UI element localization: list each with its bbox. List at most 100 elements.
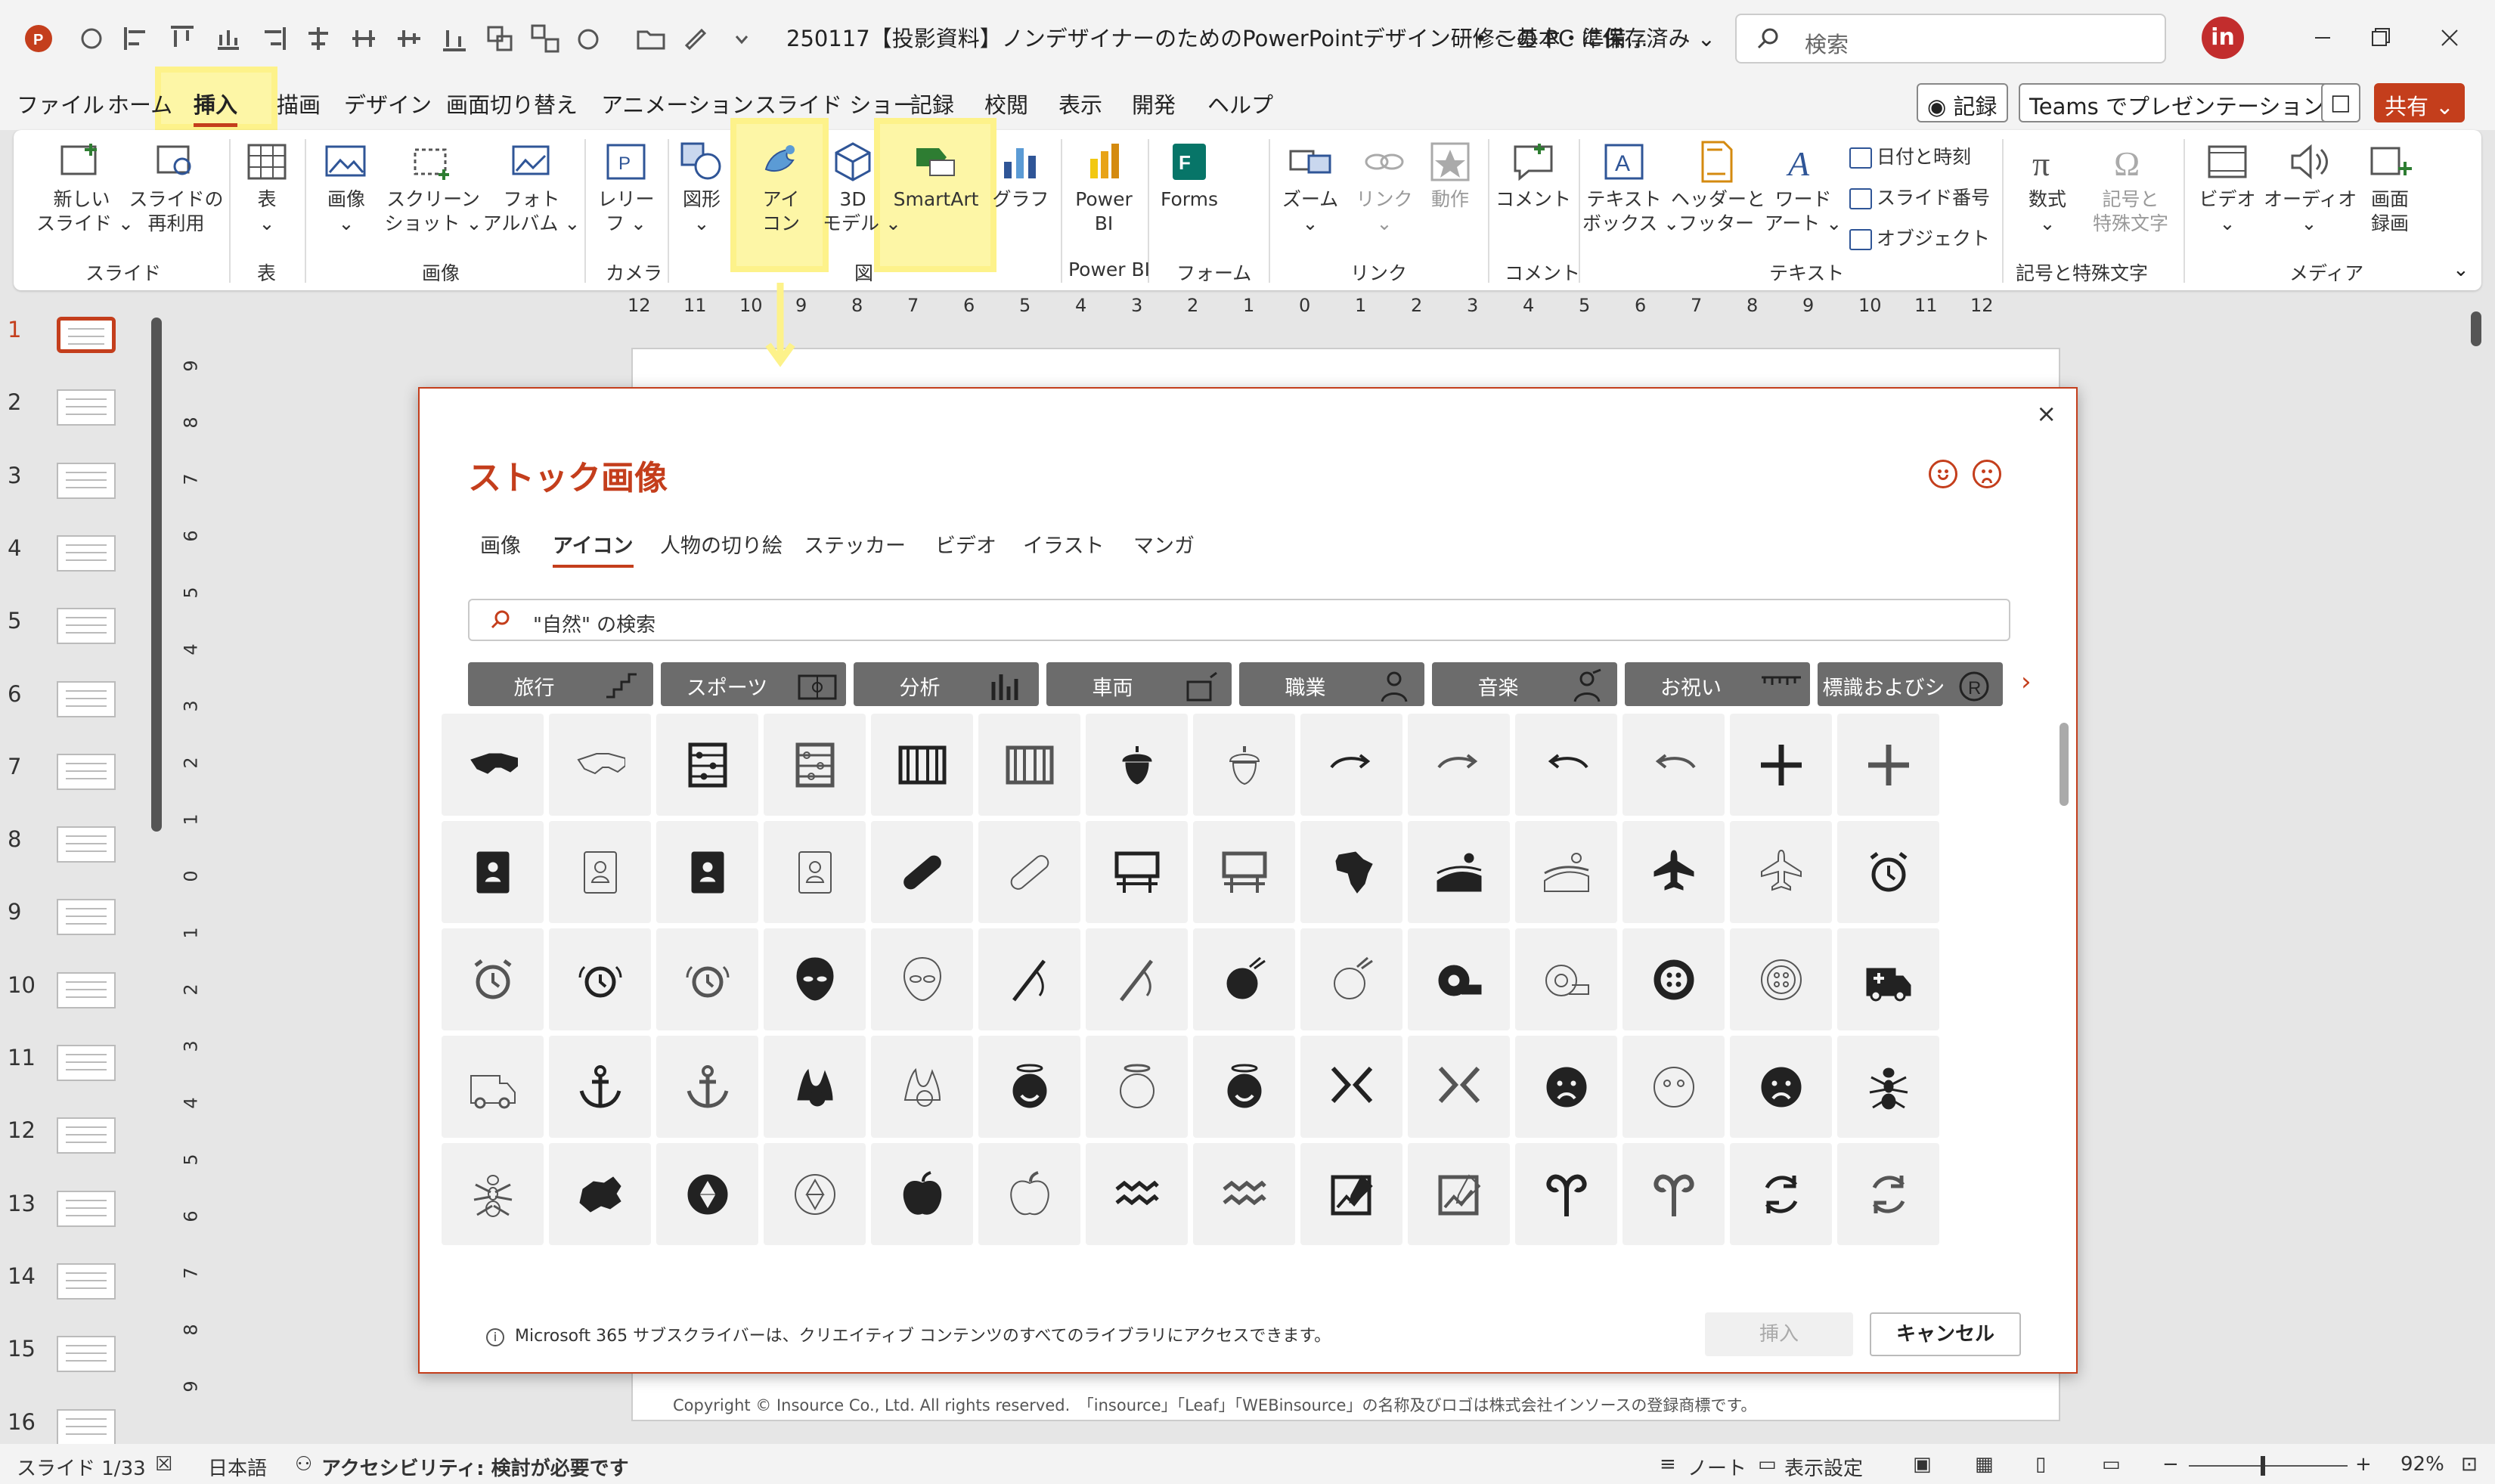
screen-recording-button[interactable]: 画面 録画: [2356, 139, 2424, 236]
slide-thumbnail[interactable]: 5: [0, 608, 174, 653]
icon-tile[interactable]: [1193, 1036, 1295, 1138]
tab-developer[interactable]: 開発: [1132, 88, 1176, 119]
slide-thumbnail[interactable]: 7: [0, 753, 174, 799]
dialog-tab[interactable]: イラスト: [1023, 529, 1104, 559]
icon-tile[interactable]: [1515, 1036, 1617, 1138]
search-box[interactable]: 検索: [1735, 14, 2166, 64]
tab-draw[interactable]: 描画: [277, 88, 321, 119]
tab-insert[interactable]: 挿入: [194, 88, 238, 127]
icon-tile[interactable]: [871, 1036, 973, 1138]
zoom-slider-thumb[interactable]: [2261, 1456, 2265, 1476]
autosave-icon[interactable]: [76, 23, 107, 54]
align-left-icon[interactable]: [121, 23, 153, 54]
icon-tile[interactable]: [764, 928, 866, 1030]
icon-tile[interactable]: [978, 1036, 1080, 1138]
slide-thumbnail[interactable]: 4: [0, 534, 174, 581]
icon-tile[interactable]: [978, 928, 1080, 1030]
equation-button[interactable]: π 数式 ⌄: [2010, 139, 2085, 236]
slide-thumbnail-preview[interactable]: [57, 1190, 116, 1227]
notes-button[interactable]: ノート: [1688, 1453, 1746, 1481]
icon-tile[interactable]: [978, 1143, 1080, 1245]
tab-slideshow[interactable]: スライド ショー: [755, 88, 915, 119]
slide-thumbnail-preview[interactable]: [57, 753, 116, 790]
icon-tile[interactable]: [1837, 928, 1939, 1030]
slide-thumbnail[interactable]: 6: [0, 680, 174, 727]
slide-thumbnail[interactable]: 1: [0, 317, 174, 362]
distribute-icon[interactable]: [348, 23, 380, 54]
icon-tile[interactable]: [764, 821, 866, 923]
category-chip[interactable]: 車両: [1046, 662, 1232, 706]
header-footer-button[interactable]: ヘッダーと フッター: [1671, 139, 1765, 236]
chevron-right-icon[interactable]: ›: [2021, 667, 2032, 697]
icon-tile[interactable]: [1515, 714, 1617, 816]
icon-tile[interactable]: [1730, 714, 1832, 816]
icon-tile[interactable]: [656, 821, 758, 923]
slide-thumbnail[interactable]: 11: [0, 1045, 174, 1090]
icon-tile[interactable]: [1623, 1036, 1725, 1138]
icon-tile[interactable]: [978, 821, 1080, 923]
dialog-tab[interactable]: 画像: [480, 529, 521, 559]
slide-thumbnail-preview[interactable]: [57, 971, 116, 1008]
slide-thumbnail-preview[interactable]: [57, 899, 116, 936]
icon-tile[interactable]: [1837, 1143, 1939, 1245]
icon-tile[interactable]: [549, 1036, 651, 1138]
accessibility-status[interactable]: アクセシビリティ: 検討が必要です: [321, 1453, 629, 1481]
category-chip[interactable]: 旅行: [468, 662, 653, 706]
dialog-tab[interactable]: マンガ: [1133, 529, 1195, 559]
icon-tile[interactable]: [656, 1143, 758, 1245]
icon-tile[interactable]: [978, 714, 1080, 816]
icon-tile[interactable]: [1300, 928, 1402, 1030]
tab-transitions[interactable]: 画面切り替え: [446, 88, 578, 119]
slide-sorter-icon[interactable]: ▦: [1975, 1453, 1994, 1476]
icon-tile[interactable]: [1623, 1143, 1725, 1245]
align-middle-icon[interactable]: [393, 23, 425, 54]
zoom-out-button[interactable]: −: [2162, 1453, 2179, 1476]
tab-file[interactable]: ファイル: [17, 88, 104, 119]
slideshow-icon[interactable]: ▭: [2102, 1453, 2121, 1476]
action-button[interactable]: 動作: [1420, 139, 1480, 212]
icons-button[interactable]: アイ コン: [743, 139, 819, 236]
icon-tile[interactable]: [442, 821, 544, 923]
minimize-icon[interactable]: [2307, 23, 2338, 53]
icon-tile[interactable]: [1086, 714, 1188, 816]
icon-tile[interactable]: [871, 821, 973, 923]
category-chip[interactable]: 標識およびシ R: [1818, 662, 2003, 706]
table-button[interactable]: 表 ⌄: [233, 139, 301, 236]
icon-tile[interactable]: [442, 928, 544, 1030]
icon-tile[interactable]: [656, 714, 758, 816]
align-bottom-icon[interactable]: [439, 23, 470, 54]
scrollbar-thumb[interactable]: [2471, 311, 2481, 346]
icon-tile[interactable]: [1515, 1143, 1617, 1245]
shapes-quick-icon[interactable]: [575, 23, 606, 54]
icon-tile[interactable]: [549, 1143, 651, 1245]
teams-present-button[interactable]: Teams でプレゼンテーション: [2019, 83, 2335, 122]
save-state[interactable]: • この PC に保存済み ⌄: [1474, 21, 1716, 53]
icon-tile[interactable]: [1408, 1143, 1510, 1245]
slide-thumbnail[interactable]: 2: [0, 389, 174, 435]
editor-scrollbar[interactable]: [2466, 295, 2486, 1406]
slide-thumbnail[interactable]: 12: [0, 1117, 174, 1163]
category-chip[interactable]: スポーツ: [661, 662, 846, 706]
icon-tile[interactable]: [1193, 821, 1295, 923]
display-settings-button[interactable]: 表示設定: [1784, 1453, 1863, 1481]
frown-feedback-icon[interactable]: [1973, 460, 2001, 488]
fit-to-window-icon[interactable]: ⊡: [2461, 1453, 2478, 1476]
icon-tile[interactable]: [1515, 821, 1617, 923]
zoom-button[interactable]: ズーム ⌄: [1272, 139, 1348, 236]
icon-search-input[interactable]: "自然" の検索: [468, 599, 2010, 641]
wordart-button[interactable]: A ワード アート ⌄: [1762, 139, 1845, 236]
icon-tile[interactable]: [442, 1143, 544, 1245]
comments-icon[interactable]: □: [2321, 83, 2360, 122]
zoom-slider[interactable]: [2189, 1465, 2348, 1467]
icon-tile[interactable]: [1086, 1036, 1188, 1138]
customize-toolbar-icon[interactable]: [726, 23, 758, 54]
slide-thumbnail[interactable]: 15: [0, 1336, 174, 1381]
icon-tile[interactable]: [656, 928, 758, 1030]
language-indicator[interactable]: 日本語: [208, 1453, 267, 1481]
icon-tile[interactable]: [1193, 1143, 1295, 1245]
icon-tile[interactable]: [1623, 714, 1725, 816]
category-chip[interactable]: 職業: [1239, 662, 1424, 706]
icon-tile[interactable]: [549, 821, 651, 923]
slide-thumbnail-preview[interactable]: [57, 608, 116, 645]
thumbnail-scrollbar[interactable]: [151, 318, 162, 832]
